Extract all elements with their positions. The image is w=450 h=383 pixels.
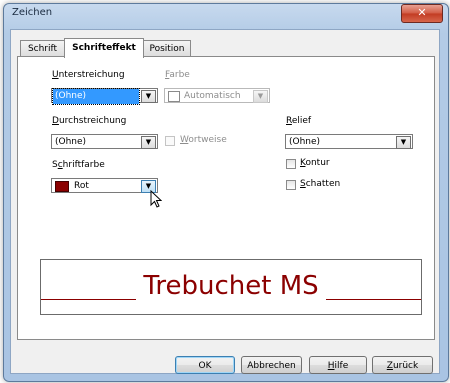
wordwise-label: Wortweise — [180, 135, 227, 145]
relief-select[interactable]: (Ohne) ▼ — [285, 134, 413, 149]
outline-checkbox[interactable] — [286, 159, 296, 169]
underline-label: Unterstreichung — [52, 70, 125, 80]
close-icon: ✕ — [417, 6, 427, 19]
tab-schrift[interactable]: Schrift — [20, 40, 65, 57]
chevron-down-icon[interactable]: ▼ — [396, 136, 411, 149]
fontcolor-swatch — [55, 181, 69, 192]
back-button[interactable]: Zurück — [372, 356, 433, 374]
fontcolor-label: Schriftfarbe — [52, 160, 105, 170]
preview-text: Trebuchet MS — [143, 271, 319, 301]
close-button[interactable]: ✕ — [401, 4, 443, 23]
strikethrough-select[interactable]: (Ohne) ▼ — [51, 134, 158, 149]
color-value: Automatisch — [184, 91, 241, 101]
strikethrough-value: (Ohne) — [55, 137, 87, 147]
outline-label: Kontur — [300, 158, 330, 168]
relief-value: (Ohne) — [289, 137, 321, 147]
cancel-button[interactable]: Abbrechen — [241, 356, 302, 374]
fontcolor-value: Rot — [74, 181, 89, 191]
relief-label: Relief — [286, 116, 312, 126]
underline-select[interactable]: (Ohne) ▼ — [51, 88, 158, 105]
font-preview: Trebuchet MS — [40, 259, 422, 315]
wordwise-checkbox[interactable] — [165, 136, 175, 146]
mouse-cursor-icon — [150, 190, 162, 208]
strikethrough-label: Durchstreichung — [52, 116, 127, 126]
tab-position[interactable]: Position — [143, 40, 191, 57]
chevron-down-icon[interactable]: ▼ — [253, 90, 268, 103]
color-swatch — [168, 91, 180, 102]
underline-value: (Ohne) — [52, 88, 140, 105]
window-title: Zeichen — [12, 7, 53, 18]
ok-button[interactable]: OK — [175, 356, 235, 374]
color-label: Farbe — [165, 70, 190, 80]
chevron-down-icon[interactable]: ▼ — [141, 136, 156, 149]
shadow-checkbox[interactable] — [286, 180, 296, 190]
color-select[interactable]: Automatisch ▼ — [164, 88, 270, 103]
shadow-label: Schatten — [300, 179, 341, 189]
help-button[interactable]: Hilfe — [309, 356, 367, 374]
tab-schrifteffekt[interactable]: Schrifteffekt — [64, 38, 144, 58]
chevron-down-icon[interactable]: ▼ — [141, 90, 156, 103]
fontcolor-select[interactable]: Rot ▼ — [51, 178, 158, 193]
